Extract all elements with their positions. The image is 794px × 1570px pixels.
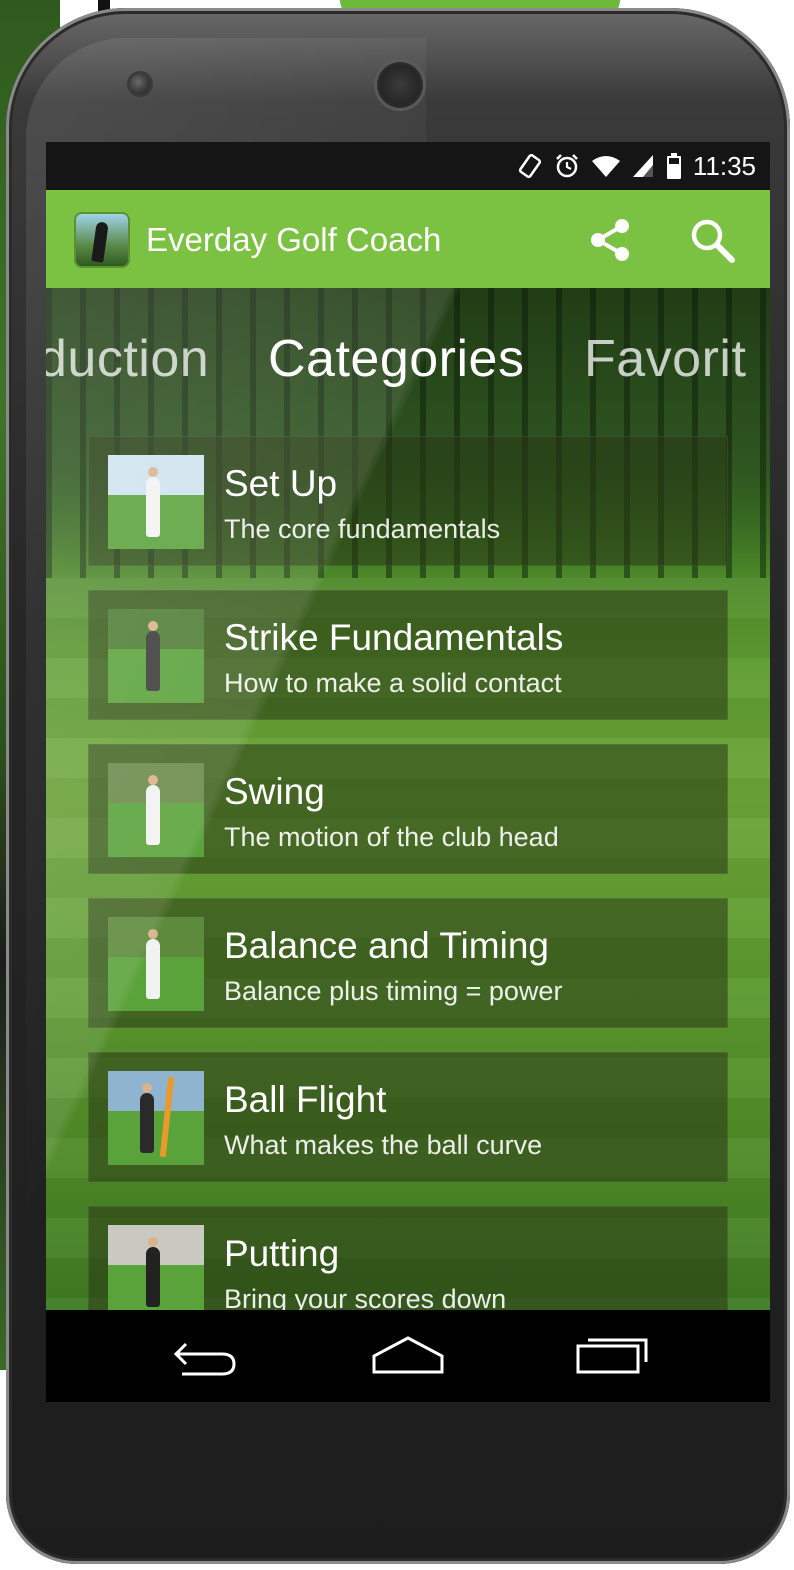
signal-icon	[632, 155, 653, 177]
category-card-set-up[interactable]: Set Up The core fundamentals	[88, 436, 728, 566]
content-area: duction Categories Favorit Set Up The co…	[46, 288, 770, 1310]
category-title: Swing	[224, 771, 325, 812]
category-title: Ball Flight	[224, 1079, 387, 1120]
category-subtitle: Balance plus timing = power	[224, 976, 563, 1006]
category-thumbnail	[108, 455, 204, 549]
home-icon	[372, 1336, 444, 1374]
category-subtitle: Bring your scores down	[224, 1284, 507, 1310]
navigation-bar	[46, 1310, 770, 1402]
category-title: Balance and Timing	[224, 925, 549, 966]
tab-favorites[interactable]: Favorit	[584, 324, 746, 394]
app-bar: Everday Golf Coach	[46, 190, 770, 288]
share-icon	[591, 219, 629, 261]
category-thumbnail	[108, 1225, 204, 1310]
recents-button[interactable]	[572, 1330, 652, 1382]
category-card-ball-flight[interactable]: Ball Flight What makes the ball curve	[88, 1052, 728, 1182]
category-card-swing[interactable]: Swing The motion of the club head	[88, 744, 728, 874]
category-card-strike-fundamentals[interactable]: Strike Fundamentals How to make a solid …	[88, 590, 728, 720]
golfer-logo-icon[interactable]	[76, 214, 128, 266]
category-title: Set Up	[224, 463, 338, 504]
front-camera	[130, 74, 150, 94]
category-thumbnail	[108, 917, 204, 1011]
search-button[interactable]	[686, 214, 738, 266]
category-title: Putting	[224, 1233, 340, 1274]
category-card-balance-and-timing[interactable]: Balance and Timing Balance plus timing =…	[88, 898, 728, 1028]
status-icons: 11:35	[517, 150, 756, 182]
status-bar: 11:35	[46, 142, 770, 190]
home-button[interactable]	[368, 1330, 448, 1382]
tab-introduction[interactable]: duction	[46, 324, 209, 394]
back-button[interactable]	[164, 1330, 244, 1382]
category-subtitle: The core fundamentals	[224, 514, 501, 544]
share-button[interactable]	[584, 214, 636, 266]
back-icon	[173, 1342, 236, 1376]
category-card-putting[interactable]: Putting Bring your scores down	[88, 1206, 728, 1310]
tab-strip: duction Categories Favorit	[46, 324, 770, 394]
earpiece-speaker	[377, 62, 423, 108]
category-thumbnail	[108, 609, 204, 703]
alarm-icon	[555, 154, 578, 178]
category-subtitle: The motion of the club head	[224, 822, 559, 852]
tab-categories[interactable]: Categories	[268, 324, 524, 394]
category-subtitle: What makes the ball curve	[224, 1130, 543, 1160]
phone-screen: 11:35 Everday Golf Coach duction Categor…	[46, 142, 770, 1402]
category-thumbnail	[108, 1071, 204, 1165]
category-title: Strike Fundamentals	[224, 617, 564, 658]
app-title: Everday Golf Coach	[146, 221, 442, 258]
battery-icon	[666, 153, 681, 179]
status-time: 11:35	[692, 150, 756, 181]
recents-icon	[576, 1338, 648, 1374]
category-thumbnail	[108, 763, 204, 857]
category-subtitle: How to make a solid contact	[224, 668, 562, 698]
rotate-icon	[518, 153, 541, 179]
wifi-icon	[591, 156, 620, 177]
search-icon	[691, 219, 735, 263]
